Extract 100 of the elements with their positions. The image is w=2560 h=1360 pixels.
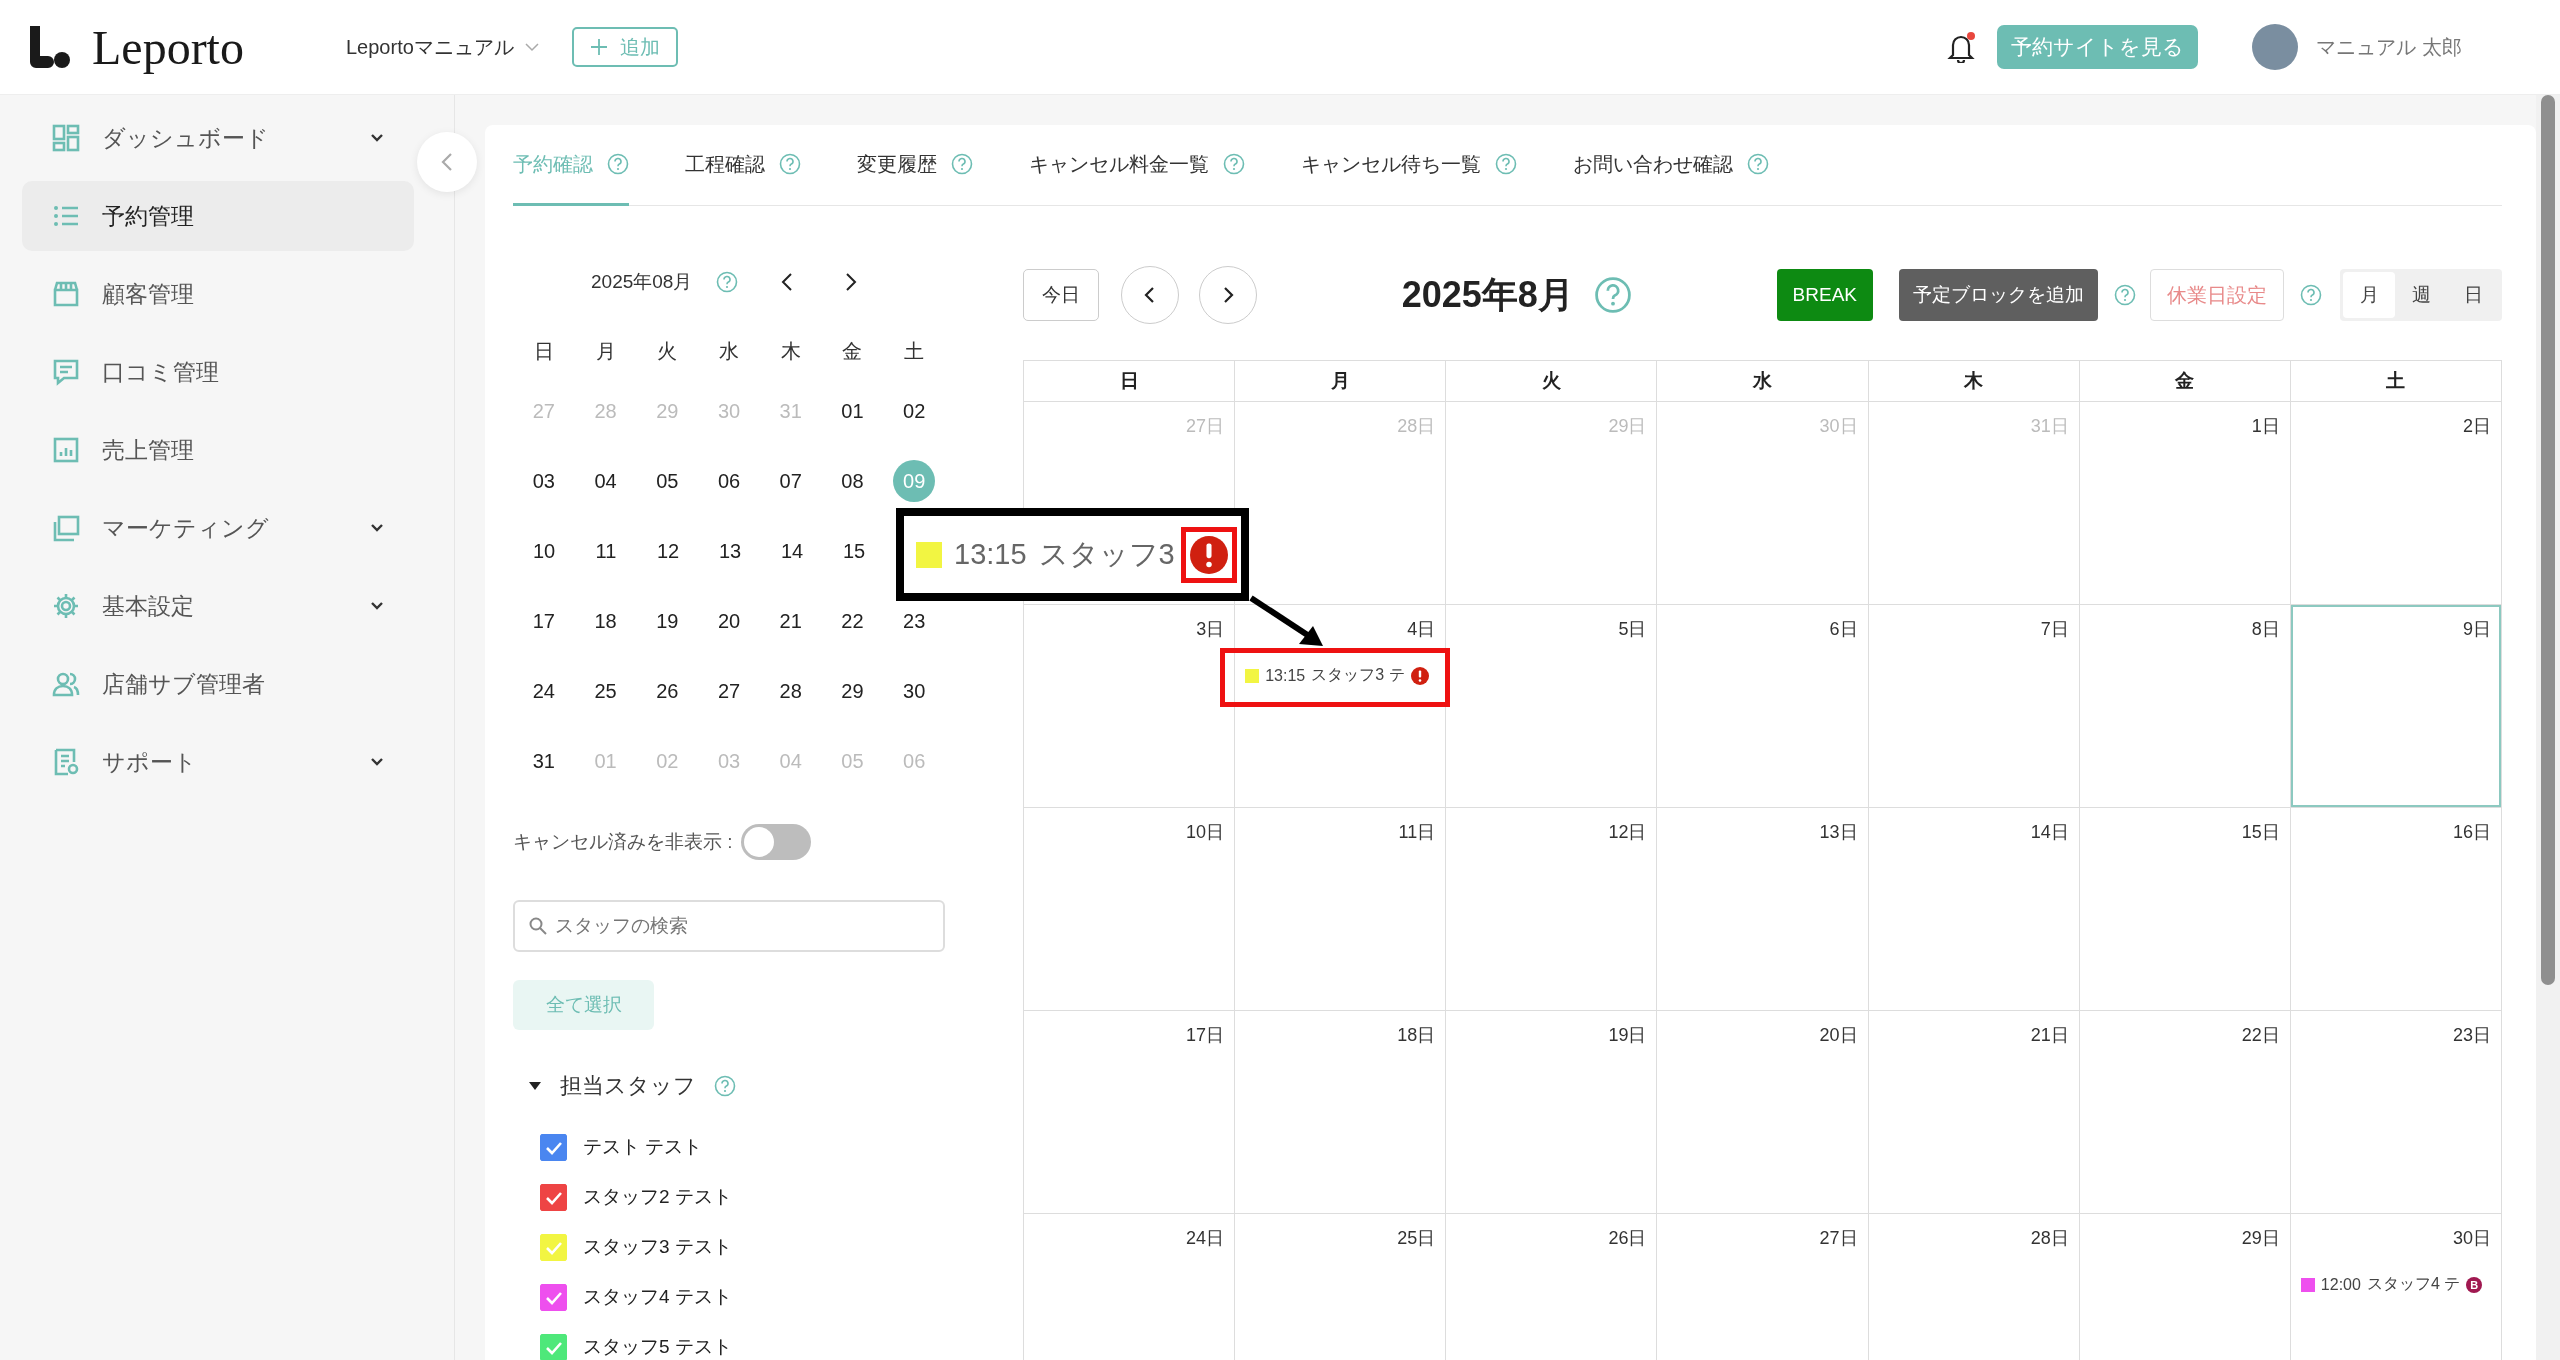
day-cell[interactable]: 25日 — [1235, 1214, 1447, 1360]
day-cell[interactable]: 2日 — [2290, 402, 2502, 605]
checkbox[interactable] — [540, 1283, 567, 1311]
day-cell[interactable]: 24日 — [1024, 1214, 1236, 1360]
day-cell[interactable]: 1日 — [2079, 402, 2291, 605]
caret-icon[interactable] — [528, 1080, 542, 1092]
booking-event[interactable]: 12:00 スタッフ4 テ B — [2300, 1274, 2491, 1295]
day-cell[interactable]: 29日 — [2079, 1214, 2291, 1360]
sidebar-item[interactable]: 顧客管理 — [22, 259, 414, 329]
calendar-date[interactable]: 25 — [584, 670, 627, 712]
sidebar-item[interactable]: 口コミ管理 — [22, 337, 414, 407]
calendar-date[interactable]: 17 — [522, 600, 565, 642]
day-cell[interactable]: 26日 — [1446, 1214, 1658, 1360]
calendar-date[interactable]: 31 — [522, 740, 565, 782]
day-cell[interactable]: 30日 12:00 スタッフ4 テ B — [2290, 1214, 2502, 1360]
checkbox[interactable] — [540, 1333, 567, 1360]
day-cell[interactable]: 3日 — [1024, 605, 1236, 808]
day-cell[interactable]: 14日 — [1868, 808, 2080, 1011]
sidebar-item[interactable]: マーケティング — [22, 493, 414, 563]
day-cell[interactable]: 15日 — [2079, 808, 2291, 1011]
day-cell[interactable]: 17日 — [1024, 1011, 1236, 1214]
calendar-date[interactable]: 03 — [522, 460, 565, 502]
checkbox[interactable] — [540, 1183, 567, 1211]
calendar-date[interactable]: 14 — [771, 530, 813, 572]
tab[interactable]: お問い合わせ確認 — [1573, 125, 1769, 206]
day-cell[interactable]: 11日 — [1235, 808, 1447, 1011]
help-icon[interactable] — [1495, 153, 1517, 175]
help-icon[interactable] — [1747, 153, 1769, 175]
avatar[interactable] — [2252, 24, 2299, 70]
chevron-left-icon[interactable] — [780, 272, 795, 292]
help-icon[interactable] — [1593, 276, 1632, 314]
day-cell[interactable]: 27日 — [1657, 1214, 1869, 1360]
day-cell[interactable]: 6日 — [1657, 605, 1869, 808]
calendar-date[interactable]: 24 — [522, 670, 565, 712]
sidebar-item[interactable]: 基本設定 — [22, 571, 414, 641]
day-cell[interactable]: 12日 — [1446, 808, 1658, 1011]
day-cell[interactable]: 8日 — [2079, 605, 2291, 808]
tab[interactable]: キャンセル料金一覧 — [1029, 125, 1245, 206]
store-dropdown[interactable]: Leportoマニュアル — [340, 32, 546, 62]
checkbox[interactable] — [540, 1133, 567, 1161]
calendar-date[interactable]: 27 — [708, 670, 750, 712]
search-field[interactable]: スタッフの検索 — [513, 900, 945, 952]
sidebar-item[interactable]: サポート — [22, 727, 414, 797]
day-cell[interactable]: 9日 — [2290, 605, 2502, 808]
calendar-date[interactable]: 21 — [769, 600, 812, 642]
calendar-date[interactable]: 01 — [831, 390, 874, 432]
help-icon[interactable] — [1223, 153, 1245, 175]
day-cell[interactable]: 13日 — [1657, 808, 1869, 1011]
calendar-date[interactable]: 04 — [584, 460, 627, 502]
calendar-date[interactable]: 22 — [831, 600, 874, 642]
calendar-date[interactable]: 18 — [584, 600, 627, 642]
calendar-date[interactable]: 13 — [709, 530, 751, 572]
calendar-date[interactable]: 30 — [893, 670, 936, 712]
user-name[interactable]: マニュアル 太郎 — [2316, 33, 2462, 61]
day-cell[interactable]: 22日 — [2079, 1011, 2291, 1214]
day-cell[interactable]: 18日 — [1235, 1011, 1447, 1214]
tab[interactable]: キャンセル待ち一覧 — [1301, 125, 1517, 206]
bell-icon[interactable] — [1947, 31, 1978, 63]
sidebar-item[interactable]: 予約管理 — [22, 181, 414, 251]
calendar-date[interactable]: 10 — [523, 530, 565, 572]
day-cell[interactable]: 7日 — [1868, 605, 2080, 808]
day-cell[interactable]: 21日 — [1868, 1011, 2080, 1214]
view-tab[interactable]: 日 — [2447, 272, 2499, 318]
tab[interactable]: 変更履歴 — [857, 125, 973, 206]
day-cell[interactable]: 16日 — [2290, 808, 2502, 1011]
calendar-date[interactable]: 07 — [769, 460, 812, 502]
chevron-right-icon[interactable] — [844, 272, 859, 292]
calendar-date[interactable]: 28 — [769, 670, 812, 712]
help-icon[interactable] — [2114, 284, 2136, 306]
day-cell[interactable]: 5日 — [1446, 605, 1658, 808]
day-cell[interactable]: 10日 — [1024, 808, 1236, 1011]
toggle-switch[interactable] — [740, 824, 811, 860]
calendar-date[interactable]: 05 — [646, 460, 689, 502]
day-cell[interactable]: 20日 — [1657, 1011, 1869, 1214]
calendar-date[interactable]: 19 — [646, 600, 689, 642]
calendar-date[interactable]: 15 — [833, 530, 875, 572]
calendar-date[interactable]: 29 — [831, 670, 874, 712]
sidebar-item[interactable]: 店舗サブ管理者 — [22, 649, 414, 719]
help-icon[interactable] — [714, 1075, 736, 1097]
help-icon[interactable] — [951, 153, 973, 175]
day-cell[interactable]: 28日 — [1868, 1214, 2080, 1360]
calendar-date[interactable]: 26 — [646, 670, 689, 712]
today-button[interactable]: 今日 — [1023, 269, 1099, 321]
calendar-date[interactable]: 08 — [831, 460, 874, 502]
help-icon[interactable] — [779, 153, 801, 175]
help-icon[interactable] — [716, 271, 739, 293]
booking-event[interactable]: 13:15 スタッフ3 テ — [1245, 665, 1436, 686]
sidebar-item[interactable]: ダッシュボード — [22, 103, 414, 173]
help-icon[interactable] — [607, 153, 629, 175]
scrollbar[interactable] — [2536, 95, 2560, 1360]
break-button[interactable]: BREAK — [1776, 269, 1873, 321]
sidebar-item[interactable]: 売上管理 — [22, 415, 414, 485]
view-tab[interactable]: 週 — [2395, 272, 2447, 318]
day-cell[interactable]: 23日 — [2290, 1011, 2502, 1214]
calendar-date[interactable]: 02 — [893, 390, 936, 432]
calendar-date[interactable]: 12 — [647, 530, 689, 572]
day-cell[interactable]: 19日 — [1446, 1011, 1658, 1214]
calendar-date[interactable]: 23 — [893, 600, 936, 642]
calendar-date[interactable]: 20 — [708, 600, 750, 642]
add-block-button[interactable]: 予定ブロックを追加 — [1899, 269, 2098, 321]
